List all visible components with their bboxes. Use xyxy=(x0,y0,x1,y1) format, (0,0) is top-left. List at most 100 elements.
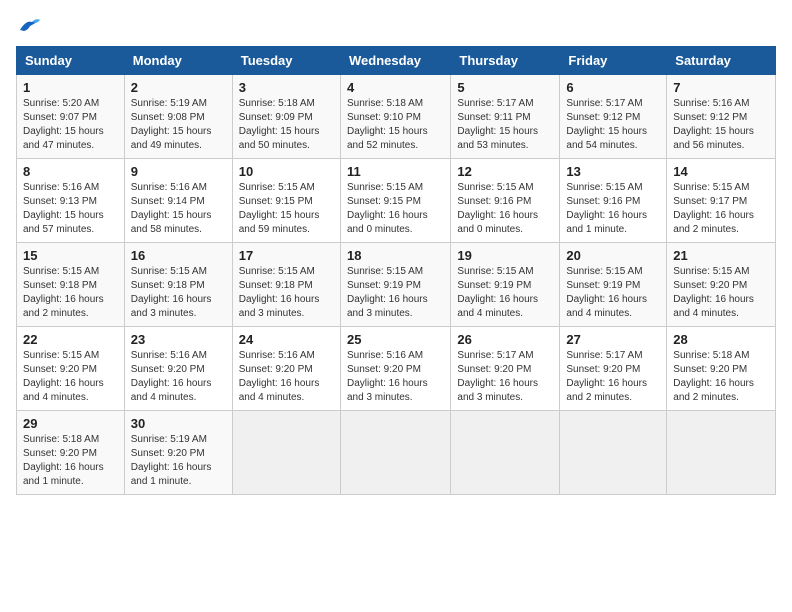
week-row-3: 15 Sunrise: 5:15 AM Sunset: 9:18 PM Dayli… xyxy=(17,243,776,327)
table-row: 19Sunrise: 5:15 AM Sunset: 9:19 PM Dayli… xyxy=(451,243,560,327)
table-row: 28 Sunrise: 5:18 AM Sunset: 9:20 PM Dayli… xyxy=(667,327,776,411)
day-info: Sunrise: 5:15 AM Sunset: 9:15 PM Dayligh… xyxy=(239,181,334,237)
day-info: Sunrise: 5:15 AM Sunset: 9:18 PM Dayligh… xyxy=(23,265,118,321)
day-info: Sunrise: 5:15 AM Sunset: 9:16 PM Dayligh… xyxy=(457,181,553,237)
day-info: Sunrise: 5:19 AM Sunset: 9:20 PM Dayligh… xyxy=(131,433,226,489)
day-info: Sunrise: 5:18 AM Sunset: 9:10 PM Dayligh… xyxy=(347,97,444,153)
table-row: 3 Sunrise: 5:18 AM Sunset: 9:09 PM Daylig… xyxy=(232,75,340,159)
day-number: 22 xyxy=(23,332,118,347)
col-monday: Monday xyxy=(124,47,232,75)
table-row: 4 Sunrise: 5:18 AM Sunset: 9:10 PM Daylig… xyxy=(340,75,450,159)
day-number: 26 xyxy=(457,332,553,347)
logo xyxy=(16,16,40,34)
table-row: 10 Sunrise: 5:15 AM Sunset: 9:15 PM Dayli… xyxy=(232,159,340,243)
day-number: 21 xyxy=(673,248,769,263)
day-number: 7 xyxy=(673,80,769,95)
day-number: 12 xyxy=(457,164,553,179)
day-number: 16 xyxy=(131,248,226,263)
calendar-header-row: Sunday Monday Tuesday Wednesday Thursday… xyxy=(17,47,776,75)
day-number: 14 xyxy=(673,164,769,179)
day-info: Sunrise: 5:19 AM Sunset: 9:08 PM Dayligh… xyxy=(131,97,226,153)
table-row xyxy=(451,411,560,495)
col-tuesday: Tuesday xyxy=(232,47,340,75)
day-info: Sunrise: 5:16 AM Sunset: 9:20 PM Dayligh… xyxy=(131,349,226,405)
day-info: Sunrise: 5:17 AM Sunset: 9:20 PM Dayligh… xyxy=(566,349,660,405)
col-friday: Friday xyxy=(560,47,667,75)
table-row xyxy=(340,411,450,495)
table-row: 6 Sunrise: 5:17 AM Sunset: 9:12 PM Daylig… xyxy=(560,75,667,159)
table-row: 24 Sunrise: 5:16 AM Sunset: 9:20 PM Dayli… xyxy=(232,327,340,411)
col-thursday: Thursday xyxy=(451,47,560,75)
table-row: 16 Sunrise: 5:15 AM Sunset: 9:18 PM Dayli… xyxy=(124,243,232,327)
day-number: 17 xyxy=(239,248,334,263)
day-number: 3 xyxy=(239,80,334,95)
table-row: 12 Sunrise: 5:15 AM Sunset: 9:16 PM Dayli… xyxy=(451,159,560,243)
day-number: 9 xyxy=(131,164,226,179)
table-row: 30Sunrise: 5:19 AM Sunset: 9:20 PM Dayli… xyxy=(124,411,232,495)
day-number: 27 xyxy=(566,332,660,347)
day-info: Sunrise: 5:15 AM Sunset: 9:18 PM Dayligh… xyxy=(239,265,334,321)
table-row: 7 Sunrise: 5:16 AM Sunset: 9:12 PM Daylig… xyxy=(667,75,776,159)
day-info: Sunrise: 5:15 AM Sunset: 9:20 PM Dayligh… xyxy=(23,349,118,405)
week-row-4: 22 Sunrise: 5:15 AM Sunset: 9:20 PM Dayli… xyxy=(17,327,776,411)
day-number: 28 xyxy=(673,332,769,347)
day-info: Sunrise: 5:17 AM Sunset: 9:12 PM Dayligh… xyxy=(566,97,660,153)
table-row xyxy=(560,411,667,495)
day-info: Sunrise: 5:16 AM Sunset: 9:20 PM Dayligh… xyxy=(347,349,444,405)
table-row: 13 Sunrise: 5:15 AM Sunset: 9:16 PM Dayli… xyxy=(560,159,667,243)
day-info: Sunrise: 5:15 AM Sunset: 9:19 PM Dayligh… xyxy=(347,265,444,321)
table-row: 8 Sunrise: 5:16 AM Sunset: 9:13 PM Daylig… xyxy=(17,159,125,243)
day-number: 1 xyxy=(23,80,118,95)
day-info: Sunrise: 5:16 AM Sunset: 9:20 PM Dayligh… xyxy=(239,349,334,405)
day-number: 8 xyxy=(23,164,118,179)
day-number: 24 xyxy=(239,332,334,347)
table-row: 14 Sunrise: 5:15 AM Sunset: 9:17 PM Dayli… xyxy=(667,159,776,243)
day-info: Sunrise: 5:18 AM Sunset: 9:09 PM Dayligh… xyxy=(239,97,334,153)
table-row: 1 Sunrise: 5:20 AM Sunset: 9:07 PM Daylig… xyxy=(17,75,125,159)
week-row-2: 8 Sunrise: 5:16 AM Sunset: 9:13 PM Daylig… xyxy=(17,159,776,243)
table-row: 15 Sunrise: 5:15 AM Sunset: 9:18 PM Dayli… xyxy=(17,243,125,327)
logo-bird-icon xyxy=(18,16,40,34)
day-number: 6 xyxy=(566,80,660,95)
day-number: 2 xyxy=(131,80,226,95)
day-number: 20 xyxy=(566,248,660,263)
day-number: 5 xyxy=(457,80,553,95)
day-number: 13 xyxy=(566,164,660,179)
day-number: 10 xyxy=(239,164,334,179)
day-info: Sunrise: 5:15 AM Sunset: 9:16 PM Dayligh… xyxy=(566,181,660,237)
table-row: 11Sunrise: 5:15 AM Sunset: 9:15 PM Dayli… xyxy=(340,159,450,243)
table-row: 21 Sunrise: 5:15 AM Sunset: 9:20 PM Dayli… xyxy=(667,243,776,327)
day-info: Sunrise: 5:15 AM Sunset: 9:18 PM Dayligh… xyxy=(131,265,226,321)
table-row: 2 Sunrise: 5:19 AM Sunset: 9:08 PM Daylig… xyxy=(124,75,232,159)
col-sunday: Sunday xyxy=(17,47,125,75)
day-info: Sunrise: 5:15 AM Sunset: 9:17 PM Dayligh… xyxy=(673,181,769,237)
table-row: 17 Sunrise: 5:15 AM Sunset: 9:18 PM Dayli… xyxy=(232,243,340,327)
day-number: 23 xyxy=(131,332,226,347)
table-row: 5 Sunrise: 5:17 AM Sunset: 9:11 PM Daylig… xyxy=(451,75,560,159)
day-info: Sunrise: 5:18 AM Sunset: 9:20 PM Dayligh… xyxy=(673,349,769,405)
day-number: 19 xyxy=(457,248,553,263)
day-info: Sunrise: 5:16 AM Sunset: 9:13 PM Dayligh… xyxy=(23,181,118,237)
day-number: 18 xyxy=(347,248,444,263)
day-number: 11 xyxy=(347,164,444,179)
day-number: 25 xyxy=(347,332,444,347)
day-info: Sunrise: 5:17 AM Sunset: 9:20 PM Dayligh… xyxy=(457,349,553,405)
day-info: Sunrise: 5:15 AM Sunset: 9:19 PM Dayligh… xyxy=(566,265,660,321)
week-row-5: 29Sunrise: 5:18 AM Sunset: 9:20 PM Dayli… xyxy=(17,411,776,495)
day-info: Sunrise: 5:20 AM Sunset: 9:07 PM Dayligh… xyxy=(23,97,118,153)
table-row xyxy=(667,411,776,495)
table-row: 20 Sunrise: 5:15 AM Sunset: 9:19 PM Dayli… xyxy=(560,243,667,327)
day-info: Sunrise: 5:15 AM Sunset: 9:20 PM Dayligh… xyxy=(673,265,769,321)
col-saturday: Saturday xyxy=(667,47,776,75)
day-number: 4 xyxy=(347,80,444,95)
day-info: Sunrise: 5:17 AM Sunset: 9:11 PM Dayligh… xyxy=(457,97,553,153)
table-row: 27 Sunrise: 5:17 AM Sunset: 9:20 PM Dayli… xyxy=(560,327,667,411)
day-number: 15 xyxy=(23,248,118,263)
table-row xyxy=(232,411,340,495)
table-row: 23 Sunrise: 5:16 AM Sunset: 9:20 PM Dayli… xyxy=(124,327,232,411)
day-info: Sunrise: 5:16 AM Sunset: 9:12 PM Dayligh… xyxy=(673,97,769,153)
week-row-1: 1 Sunrise: 5:20 AM Sunset: 9:07 PM Daylig… xyxy=(17,75,776,159)
day-info: Sunrise: 5:18 AM Sunset: 9:20 PM Dayligh… xyxy=(23,433,118,489)
col-wednesday: Wednesday xyxy=(340,47,450,75)
day-info: Sunrise: 5:16 AM Sunset: 9:14 PM Dayligh… xyxy=(131,181,226,237)
